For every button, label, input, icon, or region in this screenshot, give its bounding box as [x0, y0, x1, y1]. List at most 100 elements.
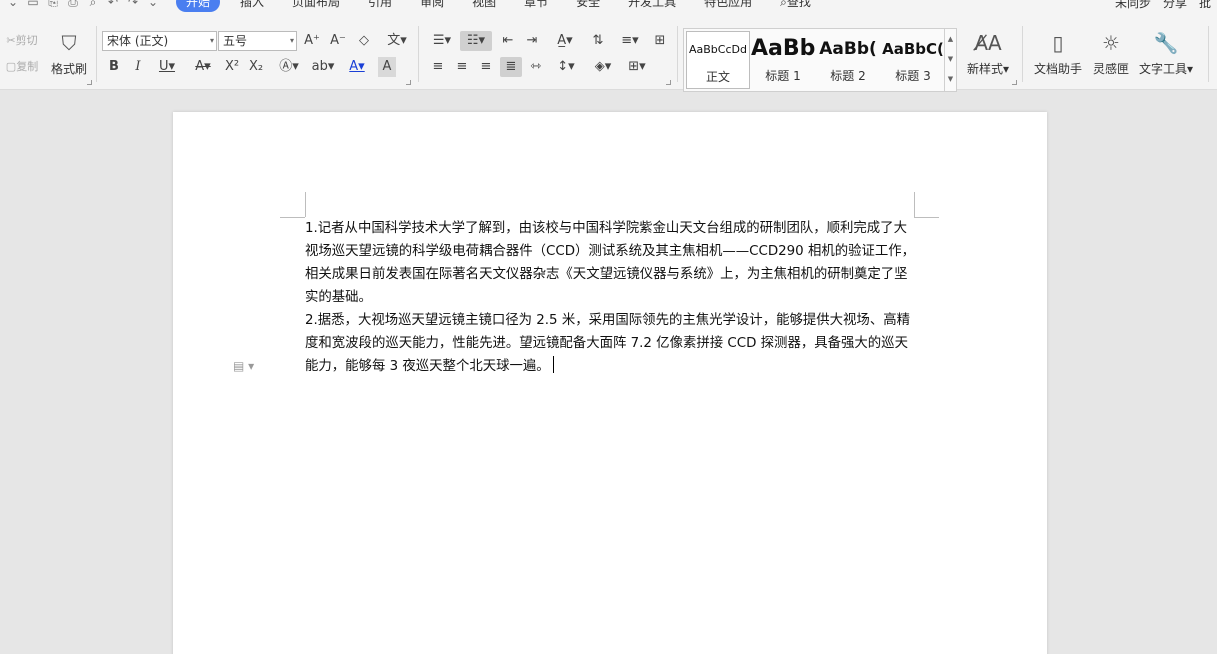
- styles-dialog-launcher[interactable]: [1012, 80, 1017, 85]
- char-shading-icon[interactable]: A: [378, 57, 396, 77]
- numbered-list-icon[interactable]: ☷▾: [460, 31, 492, 51]
- undo-icon[interactable]: ↶: [106, 0, 120, 9]
- bold-icon[interactable]: B: [104, 57, 124, 77]
- show-marks-icon[interactable]: ≡▾: [616, 31, 644, 51]
- paragraph-text: 2.据悉，大视场巡天望远镜主镜口径为 2.5 米，采用国际领先的主焦光学设计，能…: [305, 313, 910, 374]
- text-tools-button[interactable]: 🔧 文字工具▾: [1136, 30, 1196, 77]
- line-spacing-icon[interactable]: ↕▾: [552, 57, 580, 77]
- paragraph: 2.据悉，大视场巡天望远镜主镜口径为 2.5 米，采用国际领先的主焦光学设计，能…: [305, 309, 917, 378]
- copy-label: 复制: [16, 60, 39, 73]
- distribute-icon[interactable]: ⇿: [526, 57, 546, 77]
- font-dialog-launcher[interactable]: [406, 80, 411, 85]
- shading-icon[interactable]: ◈▾: [588, 57, 618, 77]
- divider: [418, 26, 419, 82]
- inspiration-button[interactable]: ☼ 灵感匣: [1083, 30, 1139, 77]
- table-icon[interactable]: ⊞: [650, 31, 670, 51]
- clear-format-icon[interactable]: ◇: [354, 31, 374, 51]
- copy-button[interactable]: ▢ 复制: [0, 56, 44, 76]
- font-color-icon[interactable]: A▾: [344, 57, 370, 77]
- export-icon[interactable]: ⎘: [46, 0, 60, 10]
- tab-view[interactable]: 视图: [458, 0, 510, 12]
- doc-assistant-button[interactable]: ▯ 文档助手: [1030, 30, 1086, 77]
- redo-icon[interactable]: ↷: [126, 0, 140, 9]
- more-icon[interactable]: ⌄: [146, 0, 160, 9]
- format-painter-icon: ⛉: [61, 31, 77, 55]
- paragraph-dialog-launcher[interactable]: [666, 80, 671, 85]
- save-icon[interactable]: ▭: [26, 0, 40, 9]
- text-direction-icon[interactable]: A̲▾: [550, 31, 580, 51]
- tab-developer[interactable]: 开发工具: [614, 0, 690, 12]
- subscript-icon[interactable]: X₂: [246, 57, 266, 77]
- clipboard-dialog-launcher[interactable]: [87, 80, 92, 85]
- highlight-icon[interactable]: ab▾: [308, 57, 338, 77]
- tab-home[interactable]: 开始: [176, 0, 221, 12]
- search-icon: ⌕: [780, 0, 787, 9]
- grow-font-icon[interactable]: A⁺: [302, 31, 322, 51]
- tab-chapter[interactable]: 章节: [510, 0, 562, 12]
- increase-indent-icon[interactable]: ⇥: [522, 31, 542, 51]
- tab-insert[interactable]: 插入: [226, 0, 278, 12]
- lightbulb-icon: ☼: [1102, 31, 1120, 55]
- shrink-font-icon[interactable]: A⁻: [328, 31, 348, 51]
- text-effect-icon[interactable]: Ⓐ▾: [276, 57, 302, 77]
- style-name: 标题 2: [830, 69, 866, 83]
- align-right-icon[interactable]: ≡: [476, 57, 496, 77]
- crop-mark: [305, 192, 306, 217]
- phonetic-guide-icon[interactable]: 文▾: [382, 31, 412, 51]
- align-center-icon[interactable]: ≡: [452, 57, 472, 77]
- crop-mark: [914, 217, 939, 218]
- wrench-icon: 🔧: [1153, 31, 1179, 55]
- italic-icon[interactable]: I: [128, 57, 148, 77]
- doc-assistant-label: 文档助手: [1033, 62, 1082, 76]
- format-painter-label: 格式刷: [50, 62, 87, 76]
- copy-icon: ▢: [5, 59, 17, 73]
- sort-icon[interactable]: ⇅: [588, 31, 608, 51]
- style-sample: AaBbCcDd: [689, 43, 747, 56]
- new-style-button[interactable]: A̸A 新样式▾: [960, 30, 1016, 77]
- chevron-up-icon[interactable]: ▲: [945, 29, 956, 49]
- bullet-list-icon[interactable]: ☰▾: [428, 31, 456, 51]
- format-painter-button[interactable]: ⛉ 格式刷: [48, 30, 90, 77]
- superscript-icon[interactable]: X²: [222, 57, 242, 77]
- style-heading-1[interactable]: AaBb 标题 1: [751, 31, 815, 89]
- underline-icon[interactable]: U▾: [152, 57, 182, 77]
- style-name: 正文: [705, 70, 730, 84]
- font-name-select[interactable]: 宋体 (正文) ▾: [102, 31, 217, 51]
- share-button[interactable]: 分享: [1163, 0, 1187, 11]
- chevron-down-icon[interactable]: ▼: [945, 49, 956, 69]
- menu-chevron-icon[interactable]: ⌄: [6, 0, 20, 9]
- print-icon[interactable]: ⎙: [66, 0, 80, 10]
- new-style-icon: A̸A: [974, 31, 1002, 55]
- borders-icon[interactable]: ⊞▾: [622, 57, 652, 77]
- style-heading-2[interactable]: AaBb( 标题 2: [816, 31, 880, 89]
- document-page[interactable]: ▤ ▾ 1.记者从中国科学技术大学了解到，由该校与中国科学院紫金山天文台组成的研…: [173, 112, 1047, 654]
- font-size-select[interactable]: 五号 ▾: [218, 31, 297, 51]
- align-left-icon[interactable]: ≡: [428, 57, 448, 77]
- tab-security[interactable]: 安全: [562, 0, 614, 12]
- paragraph: 1.记者从中国科学技术大学了解到，由该校与中国科学院紫金山天文台组成的研制团队，…: [305, 221, 916, 305]
- divider: [96, 26, 97, 82]
- menu-bar: ⌄ ▭ ⎘ ⎙ ⌕ ↶ ↷ ⌄ 开始 插入 页面布局 引用 审阅 视图 章节 安…: [0, 0, 1217, 12]
- cut-button[interactable]: ✂ 剪切: [0, 30, 44, 50]
- decrease-indent-icon[interactable]: ⇤: [498, 31, 518, 51]
- divider: [677, 26, 678, 82]
- tab-page-layout[interactable]: 页面布局: [278, 0, 354, 12]
- style-heading-3[interactable]: AaBbC( 标题 3: [881, 31, 945, 89]
- document-body[interactable]: 1.记者从中国科学技术大学了解到，由该校与中国科学院紫金山天文台组成的研制团队，…: [305, 217, 917, 378]
- chevron-down-icon: ▾: [289, 36, 294, 45]
- search-button[interactable]: ⌕查找: [766, 0, 825, 12]
- strikethrough-icon[interactable]: A▾: [188, 57, 218, 77]
- styles-scrollbar[interactable]: ▲ ▼ ▼: [944, 29, 956, 91]
- tab-references[interactable]: 引用: [354, 0, 406, 12]
- style-normal[interactable]: AaBbCcDd 正文: [686, 31, 750, 89]
- text-tools-label: 文字工具▾: [1138, 62, 1194, 76]
- sync-status[interactable]: 未同步: [1115, 0, 1151, 11]
- justify-icon[interactable]: ≣: [500, 57, 522, 77]
- paragraph-layout-icon[interactable]: ▤ ▾: [233, 359, 254, 373]
- preview-icon[interactable]: ⌕: [86, 0, 100, 10]
- new-style-label: 新样式▾: [966, 62, 1010, 76]
- tab-review[interactable]: 审阅: [406, 0, 458, 12]
- tab-special-apps[interactable]: 特色应用: [690, 0, 766, 12]
- expand-gallery-icon[interactable]: ▼: [945, 69, 956, 89]
- comment-button[interactable]: 批: [1199, 0, 1211, 11]
